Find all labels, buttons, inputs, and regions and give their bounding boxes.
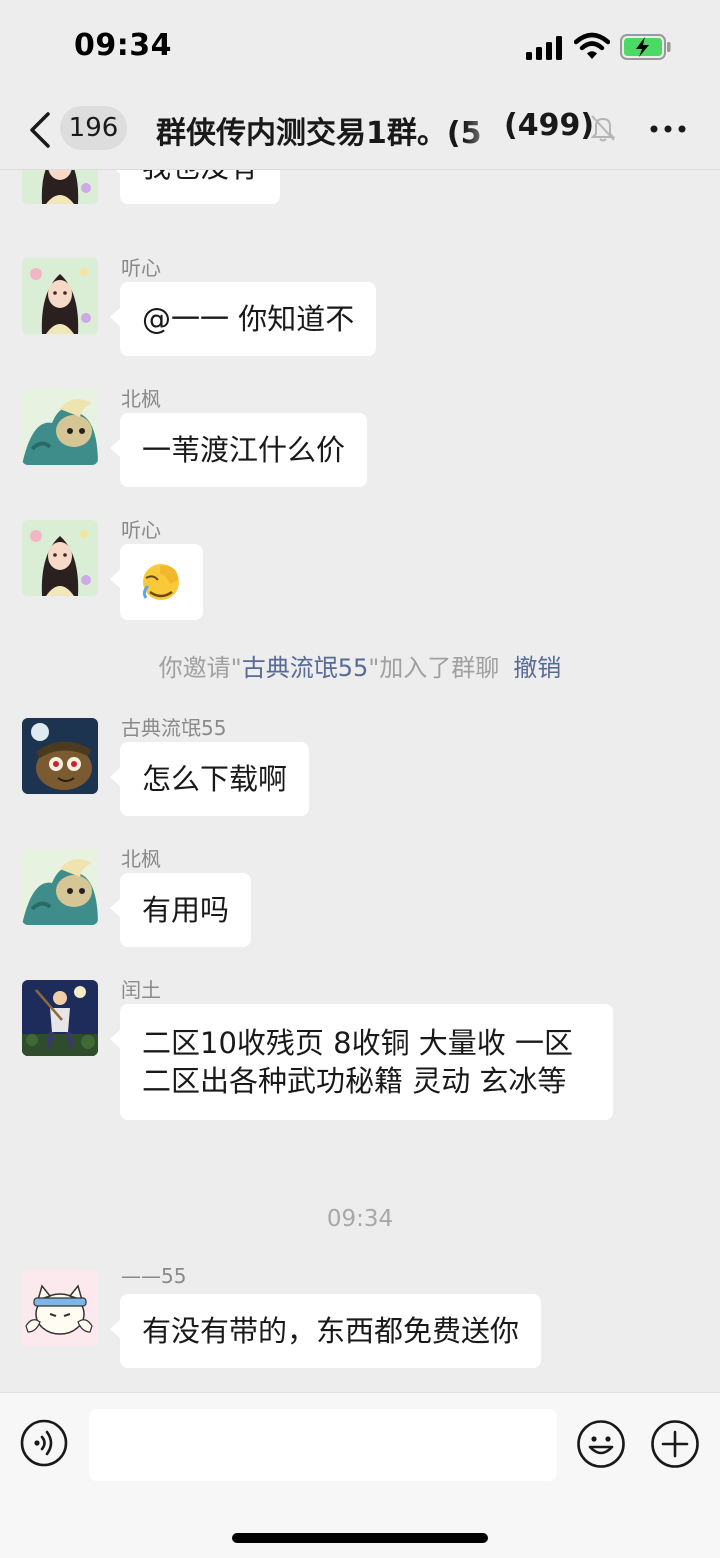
avatar-beast-icon bbox=[22, 389, 98, 465]
message-input[interactable] bbox=[89, 1409, 557, 1481]
plus-icon[interactable] bbox=[650, 1419, 700, 1469]
avatar[interactable] bbox=[22, 520, 98, 596]
emoji-icon[interactable] bbox=[576, 1419, 626, 1469]
avatar[interactable] bbox=[22, 718, 98, 794]
message-text: 有用吗 bbox=[142, 893, 230, 927]
member-count: (499) bbox=[504, 108, 595, 143]
sender-name: 听心 bbox=[121, 256, 161, 280]
message-text: 二区10收残页 8收铜 大量收 一区二区出各种武功秘籍 灵动 玄冰等 bbox=[142, 1026, 574, 1098]
group-title: 群侠传内测交易1群。(5 bbox=[156, 116, 482, 151]
avatar[interactable] bbox=[22, 389, 98, 465]
voice-input-icon[interactable] bbox=[20, 1419, 68, 1467]
avatar-beast-icon bbox=[22, 849, 98, 925]
avatar[interactable] bbox=[22, 849, 98, 925]
status-time: 09:34 bbox=[74, 28, 172, 63]
sender-name: 听心 bbox=[121, 518, 161, 542]
avatar-girl-icon bbox=[22, 520, 98, 596]
message-text: @一一 你知道不 bbox=[142, 302, 355, 336]
sender-name: 闰土 bbox=[121, 978, 161, 1002]
avatar-cat-icon bbox=[22, 1270, 98, 1346]
chat-header: 196 群侠传内测交易1群。(5 (499) bbox=[0, 92, 720, 170]
message-bubble[interactable]: @一一 你知道不 bbox=[109, 282, 377, 356]
system-notice: 你邀请"古典流氓55"加入了群聊 撤销 bbox=[0, 648, 720, 683]
avatar[interactable] bbox=[22, 258, 98, 334]
sender-name: ——55 bbox=[121, 1264, 187, 1288]
cellular-signal-icon bbox=[526, 36, 562, 60]
bell-slash-icon bbox=[590, 115, 616, 142]
message-text: 怎么下载啊 bbox=[142, 762, 288, 796]
message-bubble[interactable]: 怎么下载啊 bbox=[109, 742, 310, 816]
message-bubble[interactable]: 我也没有 bbox=[109, 170, 281, 204]
message-text: 我也没有 bbox=[142, 170, 258, 184]
avatar[interactable] bbox=[22, 980, 98, 1056]
message-bubble[interactable]: 一苇渡江什么价 bbox=[109, 413, 368, 487]
sender-name: 北枫 bbox=[121, 387, 161, 411]
avatar-girl-icon bbox=[22, 170, 98, 204]
message-bubble[interactable] bbox=[110, 544, 203, 620]
message-text: 有没有带的，东西都免费送你 bbox=[142, 1314, 520, 1348]
revoke-link[interactable]: 撤销 bbox=[513, 654, 561, 682]
notice-prefix: 你邀请" bbox=[158, 654, 242, 682]
status-bar: 09:34 bbox=[0, 0, 720, 92]
time-divider: 09:34 bbox=[326, 1206, 394, 1232]
notice-suffix: "加入了群聊 bbox=[368, 654, 500, 682]
battery-charging-icon bbox=[620, 34, 671, 60]
avatar-runtu-icon bbox=[22, 980, 98, 1056]
message-list[interactable]: 我也没有 听心 @一一 你知道不 bbox=[0, 170, 720, 1392]
avatar-night-icon bbox=[22, 718, 98, 794]
unread-count-badge[interactable]: 196 bbox=[60, 106, 127, 150]
message-bubble[interactable]: 有用吗 bbox=[109, 873, 252, 947]
wifi-icon bbox=[574, 32, 610, 59]
avatar[interactable] bbox=[22, 1270, 98, 1346]
more-dots-icon[interactable] bbox=[648, 114, 688, 144]
home-indicator bbox=[232, 1533, 488, 1543]
sender-name: 北枫 bbox=[121, 847, 161, 871]
avatar-girl-icon bbox=[22, 258, 98, 334]
message-text: 一苇渡江什么价 bbox=[142, 433, 346, 467]
message-bubble[interactable]: 二区10收残页 8收铜 大量收 一区二区出各种武功秘籍 灵动 玄冰等 bbox=[110, 1004, 613, 1120]
sender-name: 古典流氓55 bbox=[121, 716, 227, 740]
back-chevron-icon[interactable] bbox=[26, 110, 56, 150]
invited-user-link[interactable]: 古典流氓55 bbox=[242, 654, 369, 682]
facepalm-emoji-icon bbox=[142, 564, 179, 600]
input-bar bbox=[0, 1392, 720, 1558]
message-bubble[interactable]: 有没有带的，东西都免费送你 bbox=[109, 1294, 542, 1368]
avatar[interactable] bbox=[22, 170, 98, 204]
